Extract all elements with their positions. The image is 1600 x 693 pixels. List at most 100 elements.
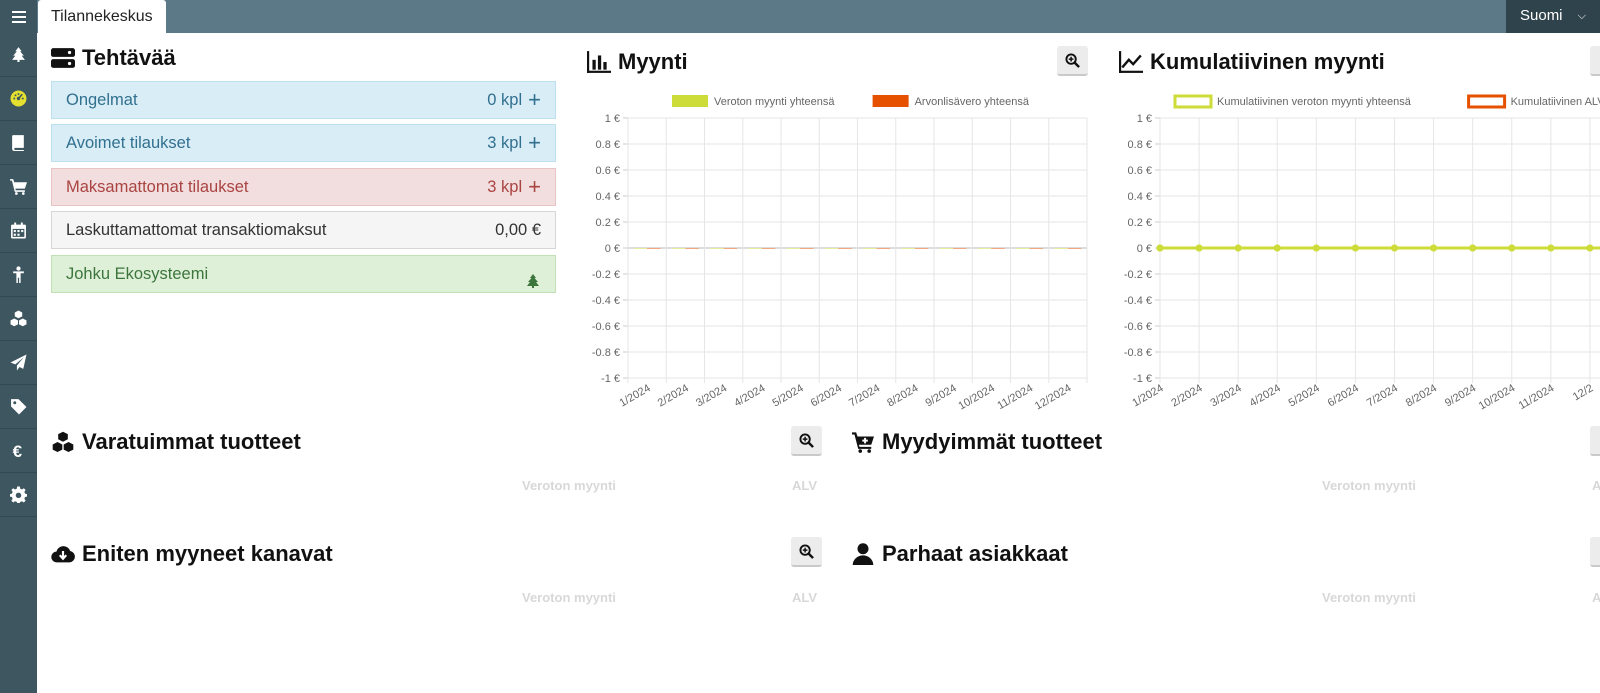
bar (1054, 248, 1068, 249)
bar (723, 248, 738, 249)
y-tick-label: 0.6 € (1128, 165, 1152, 177)
bar (977, 248, 992, 249)
top-channels-zoom-button[interactable] (791, 537, 822, 567)
plus-icon[interactable]: + (528, 130, 541, 155)
task-open-orders[interactable]: Avoimet tilaukset 3 kpl + (51, 124, 556, 162)
sidebar-item-tags[interactable] (0, 385, 37, 429)
data-point (1312, 244, 1320, 252)
cumulative-heading: Kumulatiivinen myynti (1119, 49, 1385, 75)
top-customers-zoom-button[interactable] (1590, 537, 1600, 567)
task-value: 0,00 € (495, 221, 541, 239)
top-sold-zoom-button[interactable] (1590, 426, 1600, 456)
top-sold-heading: Myydyimmät tuotteet (851, 429, 1102, 455)
tasks-title: Tehtävää (82, 45, 176, 70)
data-point (1469, 244, 1477, 252)
x-tick-label: 4/2024 (732, 382, 767, 409)
cart-icon (10, 179, 27, 195)
sidebar-item-finance[interactable]: € (0, 429, 37, 473)
y-tick-label: 0.2 € (1128, 217, 1152, 229)
zoom-in-icon (799, 543, 814, 559)
sales-zoom-button[interactable] (1057, 46, 1088, 76)
x-tick-label: 7/2024 (847, 382, 882, 409)
column-header: Veroton myynti (522, 478, 616, 493)
x-tick-label: 12/2 (1571, 382, 1596, 403)
zoom-in-icon (1065, 52, 1080, 68)
y-tick-label: -0.2 € (1124, 269, 1152, 281)
y-tick-label: -0.4 € (592, 295, 620, 307)
column-header: Veroton myynti (522, 590, 616, 605)
language-select[interactable]: Suomi ⌵ (1506, 0, 1600, 33)
ecosystem-tree-icon (12, 47, 25, 62)
tab-dashboard[interactable]: Tilannekeskus (38, 0, 166, 33)
tag-icon (11, 399, 27, 415)
plus-icon[interactable]: + (528, 174, 541, 199)
x-tick-label: 1/2024 (1130, 382, 1165, 409)
person-icon (13, 266, 24, 283)
cloud-download-icon (51, 546, 75, 563)
x-tick-label: 5/2024 (1287, 382, 1322, 409)
bar (1067, 248, 1082, 249)
sidebar-item-products[interactable] (0, 297, 37, 341)
column-header: Veroton myynti (1322, 478, 1416, 493)
data-point (1430, 244, 1438, 252)
x-tick-label: 12/2024 (1033, 382, 1073, 412)
bar (876, 248, 891, 249)
bar (838, 248, 852, 249)
data-point (1547, 244, 1555, 252)
x-tick-label: 9/2024 (1443, 382, 1478, 409)
x-tick-label: 2/2024 (656, 382, 691, 409)
sidebar-item-marketing[interactable] (0, 341, 37, 385)
bar (991, 248, 1005, 249)
y-tick-label: -0.8 € (592, 347, 620, 359)
task-label: Laskuttamattomat transaktiomaksut (66, 221, 327, 239)
bar-chart-icon (587, 51, 611, 73)
user-icon (852, 543, 874, 565)
plus-icon[interactable]: + (528, 87, 541, 112)
y-tick-label: 0.4 € (596, 191, 620, 203)
task-problems[interactable]: Ongelmat 0 kpl + (51, 81, 556, 119)
bar (939, 248, 954, 249)
y-tick-label: 0.2 € (596, 217, 620, 229)
chevron-down-icon: ⌵ (1577, 10, 1586, 22)
bar (863, 248, 877, 249)
x-tick-label: 11/2024 (995, 382, 1035, 412)
app-root: Tilannekeskus Suomi ⌵ € Tehtävää Ongelma… (0, 0, 1600, 693)
task-ecosystem[interactable]: Johku Ekosysteemi (51, 255, 556, 293)
legend-swatch (1173, 94, 1213, 109)
task-label: Ongelmat (66, 91, 138, 109)
language-label: Suomi (1520, 7, 1563, 24)
task-unbilled-fees[interactable]: Laskuttamattomat transaktiomaksut 0,00 € (51, 211, 556, 249)
sidebar-item-ecosystem[interactable] (0, 33, 37, 77)
sales-heading: Myynti (587, 49, 688, 75)
column-header: ALV (792, 590, 818, 605)
x-tick-label: 8/2024 (1404, 382, 1439, 409)
sidebar-item-settings[interactable] (0, 473, 37, 517)
x-tick-label: 4/2024 (1248, 382, 1283, 409)
legend-swatch (1467, 94, 1507, 109)
bar (901, 248, 915, 249)
y-tick-label: -1 € (601, 373, 620, 385)
sidebar-item-dashboard[interactable] (0, 77, 37, 121)
sidebar-item-book[interactable] (0, 121, 37, 165)
hamburger-icon[interactable] (0, 0, 37, 33)
column-header: A (1592, 590, 1600, 605)
x-tick-label: 7/2024 (1365, 382, 1400, 409)
data-point (1586, 244, 1594, 252)
bar (953, 248, 967, 249)
task-unpaid-orders[interactable]: Maksamattomat tilaukset 3 kpl + (51, 168, 556, 206)
legend-swatch (872, 95, 909, 107)
sidebar-item-calendar[interactable] (0, 209, 37, 253)
y-tick-label: 0.8 € (596, 139, 620, 151)
paper-plane-icon (10, 354, 27, 371)
top-reserved-zoom-button[interactable] (791, 426, 822, 456)
top-bar: Tilannekeskus Suomi ⌵ (0, 0, 1600, 33)
server-icon (51, 48, 75, 68)
data-point (1273, 244, 1281, 252)
bar (671, 248, 686, 249)
bar (914, 248, 929, 249)
x-tick-label: 9/2024 (923, 382, 958, 409)
cumulative-zoom-button[interactable] (1590, 46, 1600, 76)
sidebar-item-cart[interactable] (0, 165, 37, 209)
data-point (1391, 244, 1398, 252)
sidebar-item-person[interactable] (0, 253, 37, 297)
